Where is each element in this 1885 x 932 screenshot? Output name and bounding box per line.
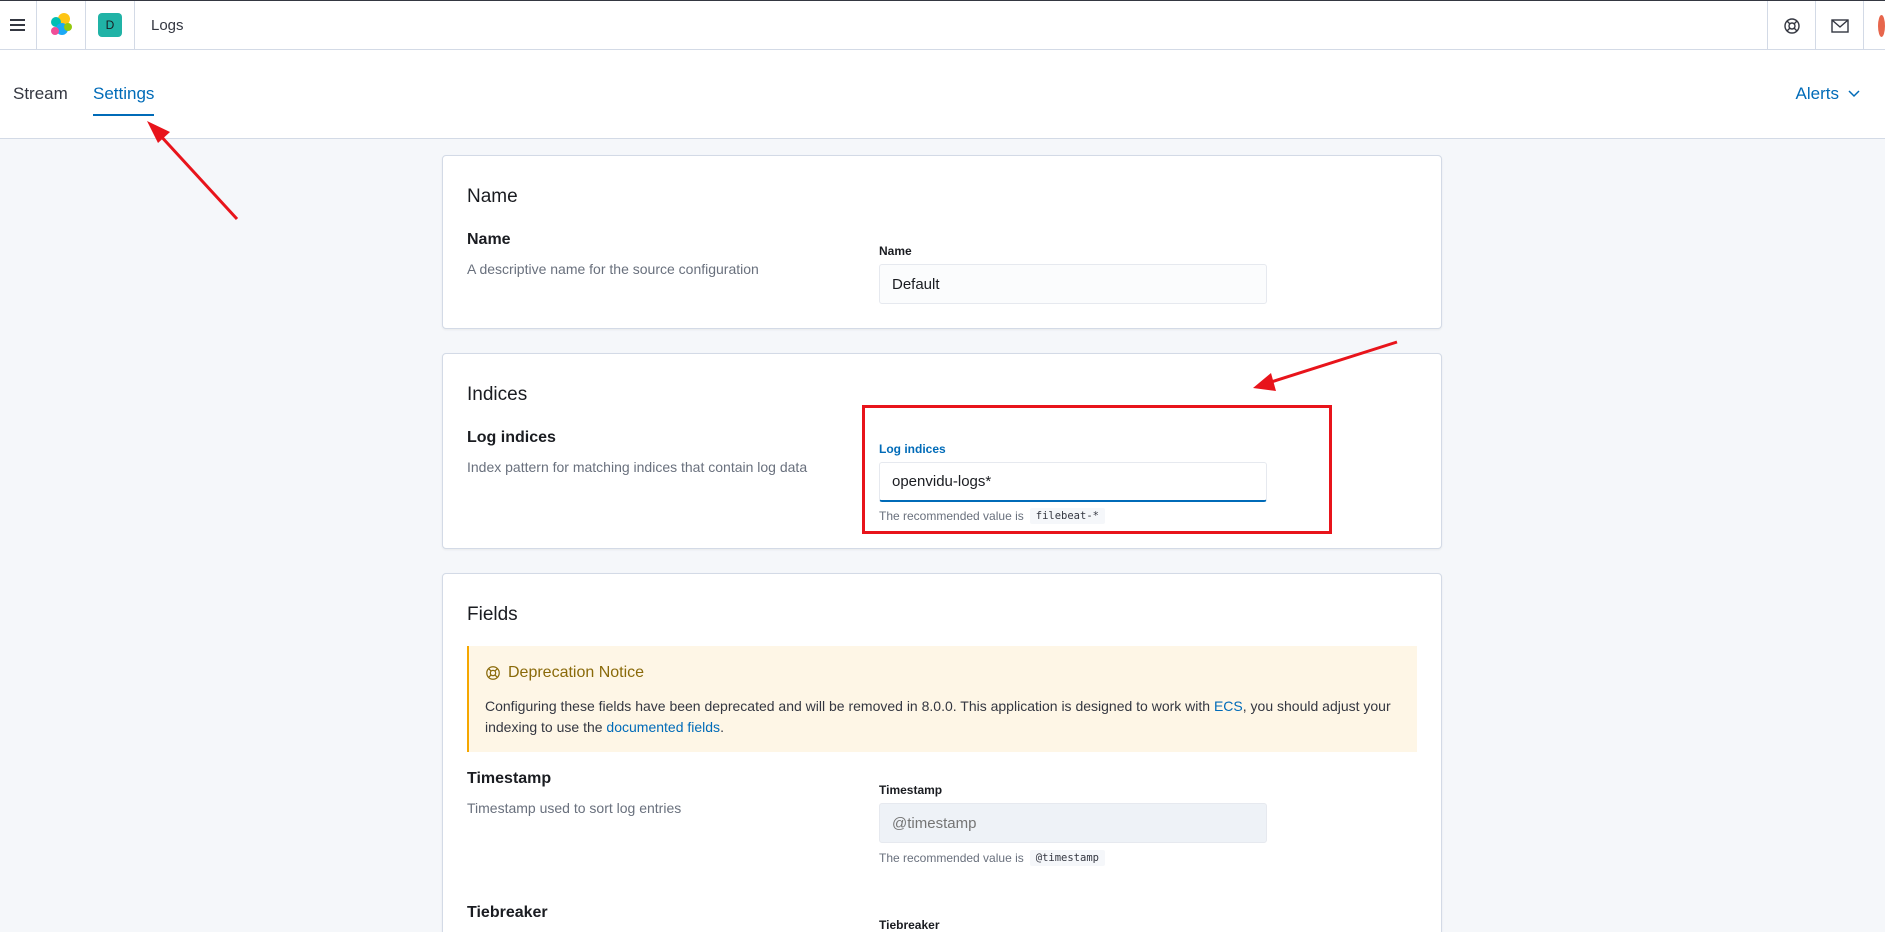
field-label: Timestamp [879, 783, 943, 797]
newsfeed-button[interactable] [1815, 1, 1863, 50]
tab-stream[interactable]: Stream [13, 50, 68, 115]
deprecation-notice: Deprecation Notice Configuring these fie… [467, 646, 1417, 752]
panel-title: Name [467, 186, 518, 207]
menu-button[interactable] [0, 0, 37, 50]
row-title: Log indices [467, 429, 556, 446]
newsfeed-icon [1830, 18, 1849, 33]
timestamp-input[interactable] [879, 803, 1267, 843]
documented-fields-link[interactable]: documented fields [606, 719, 720, 735]
help-button[interactable] [1767, 1, 1815, 50]
row-title: Tiebreaker [467, 904, 548, 921]
row-description: A descriptive name for the source config… [467, 261, 759, 277]
elastic-logo-icon [51, 13, 72, 35]
notice-text-part: . [720, 719, 724, 735]
user-menu-button[interactable] [1863, 1, 1885, 50]
tab-settings[interactable]: Settings [93, 50, 155, 116]
help-icon [1783, 17, 1800, 34]
notice-title-text: Deprecation Notice [508, 664, 645, 681]
help-prefix: The recommended value is [879, 851, 1024, 865]
tabs-bar: Stream Settings Alerts [0, 50, 1885, 139]
page-title: Logs [151, 16, 184, 34]
help-icon [486, 666, 500, 680]
row-title: Name [467, 231, 511, 248]
recommended-value-code: @timestamp [1029, 850, 1105, 866]
annotation-highlight-box [862, 405, 1332, 534]
notice-title: Deprecation Notice [485, 664, 644, 682]
space-selector[interactable]: D [86, 0, 135, 50]
alerts-label: Alerts [1795, 84, 1839, 103]
panel-title: Indices [467, 384, 528, 405]
field-help-text: The recommended value is @timestamp [879, 850, 1105, 866]
alerts-dropdown[interactable]: Alerts [1796, 84, 1861, 104]
field-label: Name [879, 244, 912, 258]
name-input[interactable] [879, 264, 1267, 304]
row-description: Timestamp used to sort log entries [467, 800, 682, 816]
row-description: Index pattern for matching indices that … [467, 459, 808, 475]
field-label: Tiebreaker [879, 918, 940, 932]
panel-title: Fields [467, 604, 518, 625]
elastic-logo-button[interactable] [37, 0, 86, 50]
name-panel: Name Name A descriptive name for the sou… [442, 155, 1442, 329]
notice-text-part: Configuring these fields have been depre… [485, 698, 1214, 714]
ecs-link[interactable]: ECS [1214, 698, 1243, 714]
app-header: D Logs [0, 0, 1885, 50]
space-avatar: D [98, 13, 122, 37]
fields-panel: Fields Deprecation Notice Configuring th… [442, 573, 1442, 932]
notice-text: Configuring these fields have been depre… [485, 696, 1405, 738]
user-avatar [1878, 14, 1885, 37]
menu-icon [10, 19, 25, 31]
chevron-down-icon [1848, 90, 1860, 98]
header-actions [1767, 1, 1885, 50]
row-title: Timestamp [467, 770, 552, 787]
